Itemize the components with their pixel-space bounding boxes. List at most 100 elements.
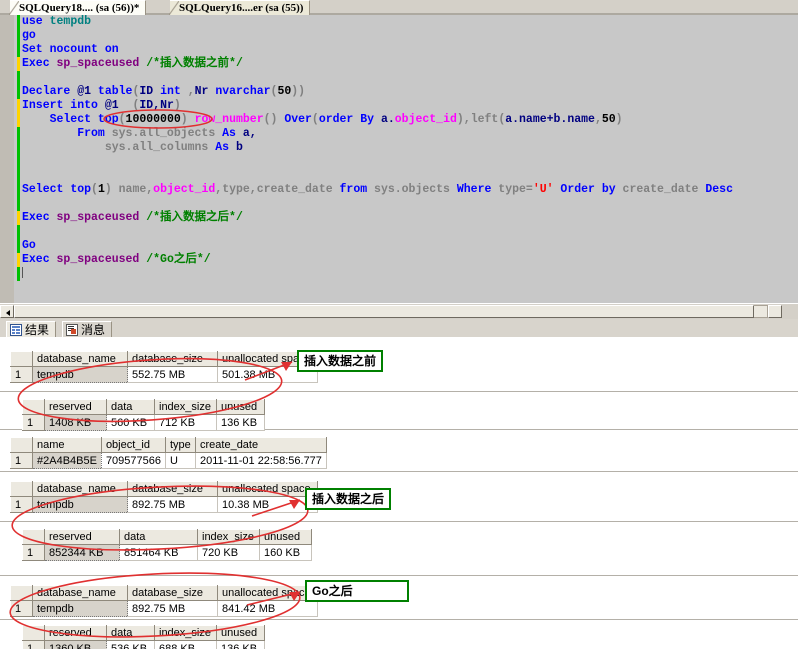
table-cell[interactable]: 160 KB (260, 545, 312, 561)
scrollbar-left-button[interactable] (0, 305, 14, 318)
result-table[interactable]: database_namedatabase_sizeunallocated sp… (10, 481, 318, 513)
result-grid-space-after-1[interactable]: database_namedatabase_sizeunallocated sp… (10, 481, 318, 513)
table-cell[interactable]: 501.38 MB (218, 367, 318, 383)
row-number-cell[interactable]: 1 (23, 415, 45, 431)
column-header-database_size[interactable]: database_size (128, 482, 218, 497)
code-line[interactable]: Go (22, 239, 798, 253)
result-table[interactable]: reserveddataindex_sizeunused1852344 KB85… (22, 529, 312, 561)
grid-corner-cell[interactable] (11, 586, 33, 601)
code-line[interactable]: Select top(10000000) row_number() Over(o… (22, 113, 798, 127)
column-header-index_size[interactable]: index_size (155, 626, 217, 641)
document-tab-sqlquery18[interactable]: SQLQuery18.... (sa (56))* (10, 0, 146, 15)
table-cell[interactable]: 560 KB (107, 415, 155, 431)
column-header-reserved[interactable]: reserved (45, 626, 107, 641)
table-cell[interactable]: 2011-11-01 22:58:56.777 (196, 453, 327, 469)
table-cell[interactable]: 712 KB (155, 415, 217, 431)
table-row[interactable]: 1#2A4B4B5E709577566U2011-11-01 22:58:56.… (11, 453, 327, 469)
column-header-database_name[interactable]: database_name (33, 586, 128, 601)
table-cell[interactable]: 852344 KB (45, 545, 120, 561)
table-cell[interactable]: #2A4B4B5E (33, 453, 102, 469)
row-number-cell[interactable]: 1 (11, 367, 33, 383)
code-line[interactable]: From sys.all_objects As a, (22, 127, 798, 141)
table-cell[interactable]: 892.75 MB (128, 497, 218, 513)
result-table[interactable]: database_namedatabase_sizeunallocated sp… (10, 351, 318, 383)
row-number-cell[interactable]: 1 (23, 641, 45, 649)
code-line[interactable]: Set nocount on (22, 43, 798, 57)
result-grid-space-go-2[interactable]: reserveddataindex_sizeunused11360 KB536 … (22, 625, 265, 649)
result-grid-space-go-1[interactable]: database_namedatabase_sizeunallocated sp… (10, 585, 318, 617)
grid-corner-cell[interactable] (11, 438, 33, 453)
grid-corner-cell[interactable] (23, 626, 45, 641)
editor-horizontal-scrollbar[interactable] (0, 303, 798, 319)
code-line[interactable] (22, 225, 798, 239)
table-row[interactable]: 1tempdb892.75 MB10.38 MB (11, 497, 318, 513)
code-line[interactable]: Exec sp_spaceused /*插入数据之后*/ (22, 211, 798, 225)
column-header-unused[interactable]: unused (217, 626, 265, 641)
tab-messages[interactable]: 消息 (62, 321, 112, 338)
column-header-data[interactable]: data (107, 626, 155, 641)
column-header-index_size[interactable]: index_size (198, 530, 260, 545)
table-cell[interactable]: 892.75 MB (128, 601, 218, 617)
table-cell[interactable]: tempdb (33, 497, 128, 513)
table-cell[interactable]: 1408 KB (45, 415, 107, 431)
code-line[interactable] (22, 267, 798, 281)
table-row[interactable]: 1tempdb552.75 MB501.38 MB (11, 367, 318, 383)
column-header-type[interactable]: type (166, 438, 196, 453)
column-header-create_date[interactable]: create_date (196, 438, 327, 453)
column-header-reserved[interactable]: reserved (45, 400, 107, 415)
table-cell[interactable]: 536 KB (107, 641, 155, 649)
grid-corner-cell[interactable] (23, 400, 45, 415)
sql-text-editor[interactable]: use tempdbgoSet nocount onExec sp_spaceu… (0, 15, 798, 303)
result-grid-space-before-2[interactable]: reserveddataindex_sizeunused11408 KB560 … (22, 399, 265, 431)
table-cell[interactable]: tempdb (33, 367, 128, 383)
column-header-data[interactable]: data (107, 400, 155, 415)
grid-corner-cell[interactable] (23, 530, 45, 545)
column-header-unallocated-space[interactable]: unallocated space (218, 352, 318, 367)
column-header-unused[interactable]: unused (260, 530, 312, 545)
table-cell[interactable]: 709577566 (101, 453, 165, 469)
row-number-cell[interactable]: 1 (11, 497, 33, 513)
table-cell[interactable]: tempdb (33, 601, 128, 617)
result-table[interactable]: reserveddataindex_sizeunused11408 KB560 … (22, 399, 265, 431)
code-line[interactable] (22, 155, 798, 169)
row-number-cell[interactable]: 1 (23, 545, 45, 561)
table-cell[interactable]: 841.42 MB (218, 601, 318, 617)
tab-results-grid[interactable]: 结果 (6, 321, 56, 338)
column-header-object_id[interactable]: object_id (101, 438, 165, 453)
result-grid-space-before-1[interactable]: database_namedatabase_sizeunallocated sp… (10, 351, 318, 383)
results-grid-container[interactable]: database_namedatabase_sizeunallocated sp… (0, 337, 798, 649)
table-cell[interactable]: 1360 KB (45, 641, 107, 649)
table-cell[interactable]: 851464 KB (120, 545, 198, 561)
result-grid-sys-objects-top1[interactable]: nameobject_idtypecreate_date1#2A4B4B5E70… (10, 437, 327, 469)
column-header-unused[interactable]: unused (217, 400, 265, 415)
code-line[interactable]: Select top(1) name,object_id,type,create… (22, 183, 798, 197)
editor-code-area[interactable]: use tempdbgoSet nocount onExec sp_spaceu… (22, 15, 798, 303)
document-tab-sqlquery16[interactable]: SQLQuery16....er (sa (55)) (170, 0, 310, 15)
table-cell[interactable]: 136 KB (217, 641, 265, 649)
column-header-database_name[interactable]: database_name (33, 482, 128, 497)
result-table[interactable]: nameobject_idtypecreate_date1#2A4B4B5E70… (10, 437, 327, 469)
table-cell[interactable]: U (166, 453, 196, 469)
row-number-cell[interactable]: 1 (11, 453, 33, 469)
table-row[interactable]: 11360 KB536 KB688 KB136 KB (23, 641, 265, 649)
code-line[interactable]: sys.all_columns As b (22, 141, 798, 155)
column-header-database_size[interactable]: database_size (128, 586, 218, 601)
table-row[interactable]: 11408 KB560 KB712 KB136 KB (23, 415, 265, 431)
column-header-database_name[interactable]: database_name (33, 352, 128, 367)
code-line[interactable]: go (22, 29, 798, 43)
result-table[interactable]: database_namedatabase_sizeunallocated sp… (10, 585, 318, 617)
column-header-database_size[interactable]: database_size (128, 352, 218, 367)
table-row[interactable]: 1852344 KB851464 KB720 KB160 KB (23, 545, 312, 561)
table-cell[interactable]: 720 KB (198, 545, 260, 561)
table-cell[interactable]: 136 KB (217, 415, 265, 431)
column-header-data[interactable]: data (120, 530, 198, 545)
table-cell[interactable]: 688 KB (155, 641, 217, 649)
grid-corner-cell[interactable] (11, 352, 33, 367)
result-grid-space-after-2[interactable]: reserveddataindex_sizeunused1852344 KB85… (22, 529, 312, 561)
code-line[interactable]: Declare @1 table(ID int ,Nr nvarchar(50)… (22, 85, 798, 99)
scrollbar-thumb[interactable] (14, 305, 754, 318)
code-line[interactable] (22, 197, 798, 211)
table-cell[interactable]: 552.75 MB (128, 367, 218, 383)
column-header-unallocated-space[interactable]: unallocated space (218, 586, 318, 601)
code-line[interactable]: Exec sp_spaceused /*Go之后*/ (22, 253, 798, 267)
